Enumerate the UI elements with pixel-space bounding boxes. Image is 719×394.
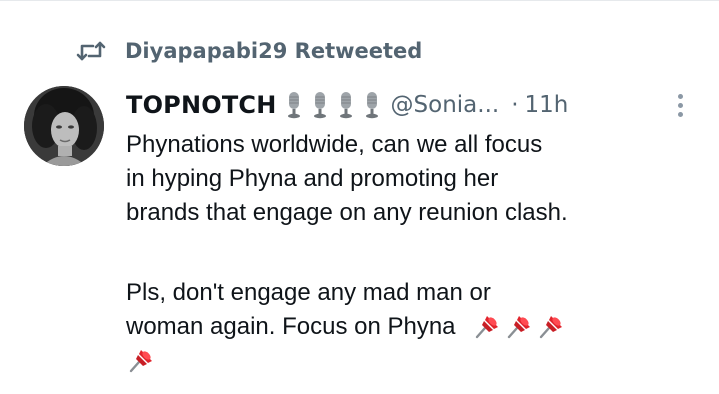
profile-photo — [24, 86, 104, 166]
timestamp[interactable]: 11h — [525, 92, 569, 118]
tweet-line: Phynations worldwide, can we all focus — [126, 131, 543, 158]
avatar[interactable] — [24, 86, 104, 166]
tweet-card[interactable]: Diyapapabi29 Retweeted TOPNOTCH @Sonia..… — [0, 0, 719, 394]
tweet-line: in hyping Phyna and promoting her — [126, 165, 499, 192]
studio-microphone-icon — [313, 92, 326, 119]
retweet-icon — [76, 38, 106, 64]
tweet-text: Phynations worldwide, can we all focus i… — [126, 128, 706, 378]
more-vertical-icon — [677, 93, 683, 99]
studio-microphone-icon — [287, 92, 300, 119]
name-emojis — [281, 90, 385, 120]
tweet-line: woman again. Focus on Phyna — [126, 313, 456, 340]
pushpin-icon — [508, 316, 531, 339]
studio-microphone-icon — [365, 92, 378, 119]
tweet-line: brands that engage on any reunion clash. — [126, 199, 568, 226]
tweet-line-pins — [126, 344, 706, 378]
display-name[interactable]: TOPNOTCH — [126, 91, 277, 119]
separator-dot: · — [511, 92, 519, 118]
tweet-line-with-pins: woman again. Focus on Phyna — [126, 310, 706, 344]
more-vertical-icon-dot — [677, 111, 683, 117]
pushpin-icon — [476, 316, 499, 339]
tweet-header: TOPNOTCH @Sonia... · 11h — [126, 86, 568, 124]
pushpin-icon — [540, 316, 563, 339]
studio-microphone-icon — [339, 92, 352, 119]
retweet-indicator[interactable]: Diyapapabi29 Retweeted — [76, 34, 422, 68]
top-divider — [0, 0, 719, 1]
more-options-button[interactable] — [670, 90, 690, 120]
retweet-label: Diyapapabi29 Retweeted — [125, 39, 423, 63]
tweet-line: Pls, don't engage any mad man or — [126, 279, 491, 306]
handle[interactable]: @Sonia... — [391, 92, 500, 118]
more-vertical-icon-dot — [677, 102, 683, 108]
pushpin-icon — [129, 350, 152, 373]
